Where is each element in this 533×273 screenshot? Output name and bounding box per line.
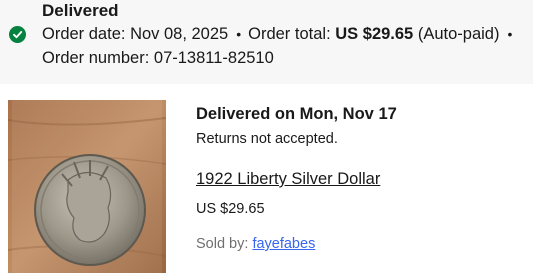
item-title-link[interactable]: 1922 Liberty Silver Dollar: [196, 169, 380, 189]
item-price: US $29.65: [196, 201, 265, 217]
check-circle-icon: [9, 26, 26, 43]
order-number-line: Order number: 07-13811-82510: [42, 48, 274, 68]
order-date-label: Order date:: [42, 25, 126, 43]
order-date-value: Nov 08, 2025: [130, 25, 229, 43]
meta-separator-trailing: •: [507, 26, 513, 42]
order-status-title: Delivered: [42, 1, 119, 20]
order-total-value: US $29.65: [335, 25, 414, 43]
check-mark-icon: [13, 31, 23, 39]
order-meta-line: Order date: Nov 08, 2025 • Order total: US…: [42, 24, 519, 44]
order-summary-header: Delivered Order date: Nov 08, 2025 • Order…: [0, 0, 533, 84]
payment-note: (Auto-paid): [417, 25, 500, 43]
order-total-label: Order total:: [248, 25, 331, 43]
seller-line: Sold by: fayefabes: [196, 235, 315, 253]
seller-label: Sold by:: [196, 236, 249, 252]
delivery-status: Delivered on Mon, Nov 17: [196, 105, 397, 123]
order-number-label: Order number:: [42, 49, 150, 67]
meta-separator: •: [236, 26, 242, 42]
coin-photo: [8, 100, 166, 273]
returns-policy: Returns not accepted.: [196, 131, 338, 147]
seller-link[interactable]: fayefabes: [252, 236, 315, 252]
order-number-value: 07-13811-82510: [153, 49, 274, 67]
item-thumbnail[interactable]: [8, 100, 166, 273]
